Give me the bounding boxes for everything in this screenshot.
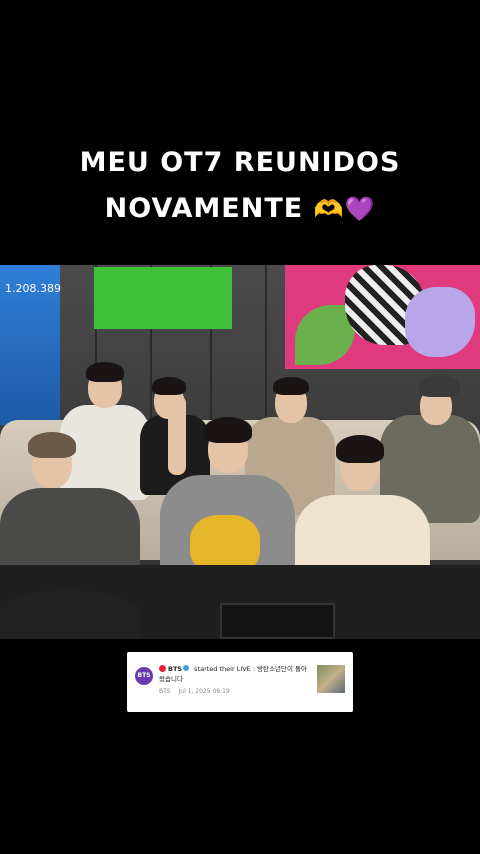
caption-line-2: NOVAMENTE 🫶💜	[0, 186, 480, 232]
pink-artwork	[285, 265, 480, 369]
notification-thumbnail[interactable]	[317, 665, 345, 693]
verified-badge-icon	[183, 665, 190, 671]
monitor	[220, 603, 335, 639]
notification-date: Jul 1, 2025 09:19	[178, 688, 230, 695]
desk	[0, 590, 140, 639]
notification-meta: BTS Jul 1, 2025 09:19	[159, 688, 236, 695]
live-dot-icon	[159, 665, 166, 672]
notification-text: BTS started their LIVE : 방탄소년단이 돌아왔습니다	[159, 664, 309, 684]
caption-emojis: 🫶💜	[313, 195, 376, 223]
channel-name[interactable]: BTS	[168, 665, 182, 673]
notification-channel: BTS	[159, 688, 171, 695]
green-artwork	[94, 267, 232, 329]
artwork-hand	[405, 287, 475, 357]
channel-avatar: BTS	[135, 667, 153, 685]
overlay-caption: MEU OT7 REUNIDOS NOVAMENTE 🫶💜	[0, 140, 480, 232]
caption-line-2-text: NOVAMENTE	[104, 193, 304, 224]
view-counter: 1.208.389	[5, 282, 61, 295]
video-frame[interactable]: 1.208.389	[0, 265, 480, 639]
caption-line-1: MEU OT7 REUNIDOS	[79, 147, 401, 178]
live-notification-card[interactable]: BTS BTS started their LIVE : 방탄소년단이 돌아왔습…	[127, 652, 353, 712]
